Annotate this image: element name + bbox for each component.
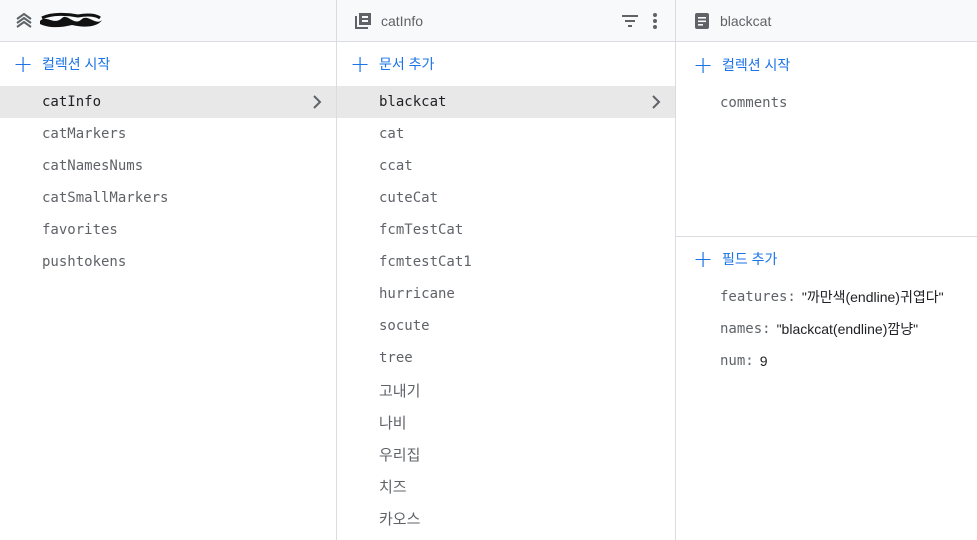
more-vert-icon[interactable] <box>648 11 662 31</box>
collection-title: catInfo <box>381 13 424 29</box>
documents-panel: catInfo + 문서 추가 blackcat cat ccat cuteCat fc… <box>337 0 676 540</box>
subcollection-item[interactable]: comments <box>676 87 977 119</box>
field-value: 9 <box>759 353 768 369</box>
document-item[interactable]: blackcat <box>337 86 675 118</box>
firestore-layers-icon <box>14 11 34 31</box>
collection-icon <box>354 12 372 30</box>
document-item[interactable]: 고내기 <box>337 374 675 406</box>
document-icon <box>694 12 710 30</box>
document-item-label: blackcat <box>379 94 447 110</box>
collection-item-label: catInfo <box>42 94 102 110</box>
add-document-label: 문서 추가 <box>379 56 435 72</box>
document-item[interactable]: cat <box>337 118 675 150</box>
add-document-button[interactable]: + 문서 추가 <box>337 42 675 86</box>
plus-icon: + <box>692 51 714 79</box>
subcollection-list: comments <box>676 87 977 237</box>
start-collection-button[interactable]: + 컬렉션 시작 <box>0 42 336 86</box>
document-item[interactable]: 치즈 <box>337 470 675 502</box>
collection-item-label: catSmallMarkers <box>42 190 169 206</box>
field-key: features: <box>720 289 796 305</box>
document-header: blackcat <box>676 0 977 42</box>
start-subcollection-button[interactable]: + 컬렉션 시작 <box>676 43 977 87</box>
document-item-label: ccat <box>379 158 413 174</box>
add-field-label: 필드 추가 <box>722 251 778 267</box>
collection-item[interactable]: catNamesNums <box>0 150 336 182</box>
document-item[interactable]: 우리집 <box>337 438 675 470</box>
plus-icon: + <box>692 245 714 273</box>
start-collection-label: 컬렉션 시작 <box>42 56 111 72</box>
document-item-label: 나비 <box>379 414 407 432</box>
document-item[interactable]: tree <box>337 342 675 374</box>
document-title: blackcat <box>720 13 772 29</box>
document-item[interactable]: fcmtestCat1 <box>337 246 675 278</box>
document-item-label: socute <box>379 318 430 334</box>
document-item[interactable]: hurricane <box>337 278 675 310</box>
collection-item[interactable]: favorites <box>0 214 336 246</box>
plus-icon: + <box>349 50 371 78</box>
document-item-label: hurricane <box>379 286 455 302</box>
redacted-project-title <box>38 12 104 30</box>
field-value: "blackcat(endline)깜냥" <box>776 321 919 337</box>
collections-header <box>0 0 336 42</box>
document-item-label: 고내기 <box>379 382 421 400</box>
collection-item-label: pushtokens <box>42 254 127 270</box>
field-row-names[interactable]: names: "blackcat(endline)깜냥" <box>676 313 977 345</box>
field-key: names: <box>720 321 771 337</box>
document-item-label: tree <box>379 350 413 366</box>
field-row-features[interactable]: features: "까만색(endline)귀엽다" <box>676 281 977 313</box>
document-item-label: cuteCat <box>379 190 439 206</box>
field-row-num[interactable]: num: 9 <box>676 345 977 377</box>
collection-item[interactable]: pushtokens <box>0 246 336 278</box>
document-item[interactable]: 나비 <box>337 406 675 438</box>
document-item[interactable]: cuteCat <box>337 182 675 214</box>
collection-item[interactable]: catMarkers <box>0 118 336 150</box>
filter-icon[interactable] <box>620 11 640 31</box>
collection-item[interactable]: catSmallMarkers <box>0 182 336 214</box>
document-item-label: fcmTestCat <box>379 222 464 238</box>
document-item-label: fcmtestCat1 <box>379 254 472 270</box>
field-key: num: <box>720 353 754 369</box>
document-item-label: 치즈 <box>379 478 407 496</box>
document-item[interactable]: 카오스 <box>337 502 675 534</box>
collections-panel: + 컬렉션 시작 catInfo catMarkers catNamesNums ca… <box>0 0 337 540</box>
documents-header: catInfo <box>337 0 675 42</box>
document-item-label: 우리집 <box>379 446 421 464</box>
collection-item-label: catNamesNums <box>42 158 144 174</box>
start-subcollection-label: 컬렉션 시작 <box>722 57 791 73</box>
document-item-label: 카오스 <box>379 510 421 528</box>
chevron-right-icon <box>649 93 663 111</box>
document-item[interactable]: fcmTestCat <box>337 214 675 246</box>
document-list: blackcat cat ccat cuteCat fcmTestCat fcmtestC… <box>337 86 675 534</box>
plus-icon: + <box>12 50 34 78</box>
collection-item[interactable]: catInfo <box>0 86 336 118</box>
document-item[interactable]: socute <box>337 310 675 342</box>
document-detail-panel: blackcat + 컬렉션 시작 comments + 필드 추가 featu… <box>676 0 977 540</box>
add-field-button[interactable]: + 필드 추가 <box>676 237 977 281</box>
field-list: features: "까만색(endline)귀엽다" names: "blac… <box>676 281 977 377</box>
collection-list: catInfo catMarkers catNamesNums catSmallMar… <box>0 86 336 278</box>
document-item-label: cat <box>379 126 405 142</box>
chevron-right-icon <box>310 93 324 111</box>
document-item[interactable]: ccat <box>337 150 675 182</box>
collection-item-label: favorites <box>42 222 118 238</box>
subcollection-label: comments <box>720 95 788 111</box>
collection-item-label: catMarkers <box>42 126 127 142</box>
field-value: "까만색(endline)귀엽다" <box>801 289 944 305</box>
